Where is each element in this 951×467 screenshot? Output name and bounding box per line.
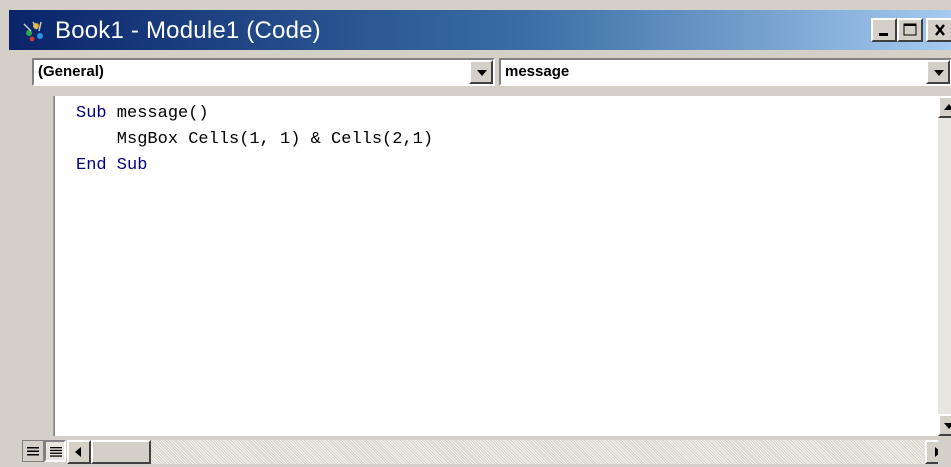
resize-grip[interactable] <box>938 437 951 467</box>
arrow-left-icon <box>75 447 81 457</box>
code-text: MsgBox Cells(1, 1) & Cells(2,1) <box>76 130 434 149</box>
bottom-bar <box>9 437 951 467</box>
object-dropdown-button[interactable] <box>469 60 493 84</box>
code-line[interactable]: Sub message() <box>76 104 209 123</box>
arrow-up-icon <box>944 104 951 110</box>
procedure-view-button[interactable] <box>22 440 44 462</box>
procedure-view-icon <box>27 447 39 456</box>
scroll-up-button[interactable] <box>938 96 951 118</box>
scroll-down-button[interactable] <box>938 414 951 436</box>
vba-module-icon <box>21 19 47 43</box>
object-dropdown[interactable]: (General) <box>32 58 495 86</box>
procedure-dropdown-button[interactable] <box>926 60 950 84</box>
procedure-dropdown[interactable]: message <box>499 58 951 86</box>
keyword: Sub <box>76 104 107 123</box>
chevron-down-icon <box>934 70 944 76</box>
close-button[interactable] <box>926 18 951 42</box>
code-line[interactable]: MsgBox Cells(1, 1) & Cells(2,1) <box>76 130 433 149</box>
full-module-view-button[interactable] <box>44 440 66 462</box>
margin-indicator-bar[interactable] <box>22 96 54 436</box>
horizontal-scroll-thumb[interactable] <box>91 440 151 464</box>
vertical-scrollbar[interactable] <box>938 96 951 436</box>
code-frame: Sub message() MsgBox Cells(1, 1) & Cells… <box>9 94 951 467</box>
combo-toolbar: (General) message <box>9 50 951 94</box>
scroll-left-button[interactable] <box>67 440 91 464</box>
keyword: End Sub <box>76 156 148 175</box>
full-module-view-icon <box>50 447 62 457</box>
code-line[interactable]: End Sub <box>76 156 147 175</box>
vba-code-window: Book1 - Module1 (Code) (General) message… <box>0 0 951 467</box>
chevron-down-icon <box>477 70 487 76</box>
window-title: Book1 - Module1 (Code) <box>55 17 321 44</box>
procedure-dropdown-value: message <box>505 63 570 80</box>
minimize-icon <box>879 33 888 36</box>
arrow-down-icon <box>944 423 951 429</box>
minimize-button[interactable] <box>871 18 897 42</box>
code-editor[interactable]: Sub message() MsgBox Cells(1, 1) & Cells… <box>54 96 939 436</box>
maximize-icon <box>903 23 917 36</box>
horizontal-scrollbar[interactable] <box>67 440 951 464</box>
code-text: message() <box>106 104 209 123</box>
title-bar[interactable]: Book1 - Module1 (Code) <box>9 10 951 50</box>
object-dropdown-value: (General) <box>38 63 104 80</box>
close-icon <box>935 24 945 36</box>
maximize-button[interactable] <box>897 18 923 42</box>
